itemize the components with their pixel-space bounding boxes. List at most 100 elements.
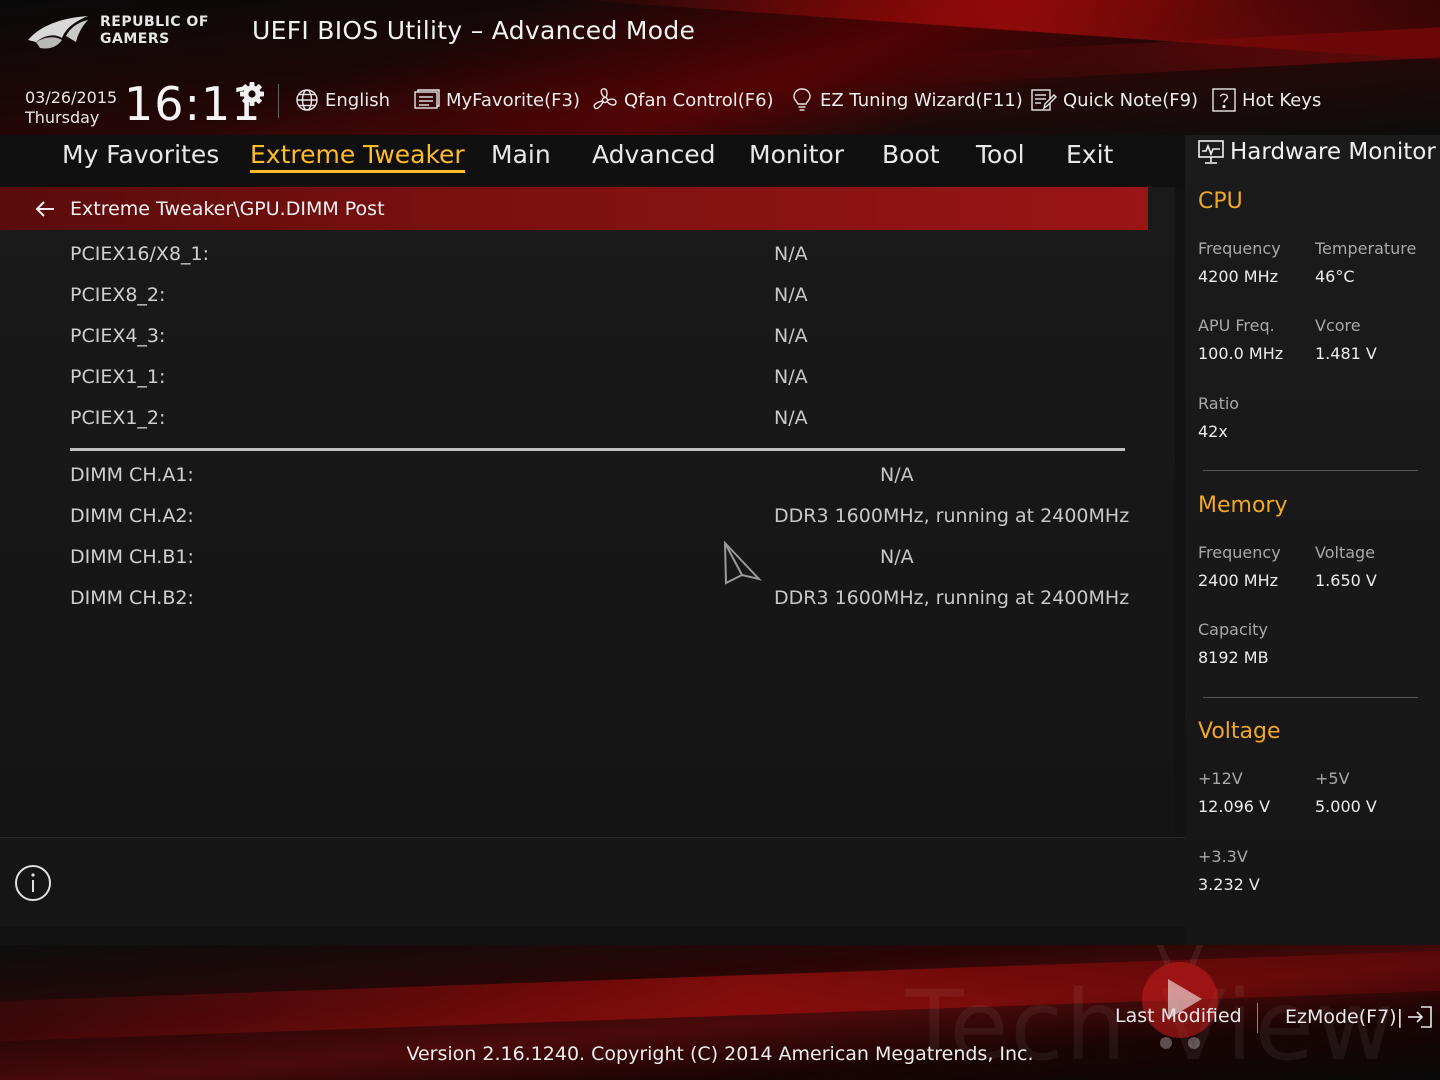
pcie-slot-row[interactable]: PCIEX8_2: N/A bbox=[70, 277, 1130, 313]
v5-value: 5.000 V bbox=[1315, 797, 1377, 816]
memory-voltage-value: 1.650 V bbox=[1315, 571, 1377, 590]
dimm-slot-row[interactable]: DIMM CH.A1: N/A bbox=[70, 457, 1130, 493]
section-divider bbox=[70, 448, 1125, 451]
pcie-slot-value: N/A bbox=[774, 325, 808, 347]
hw-section-divider bbox=[1203, 470, 1418, 471]
myfavorite-label: MyFavorite(F3) bbox=[446, 89, 580, 111]
hw-section-cpu: CPU bbox=[1198, 189, 1243, 214]
quick-note-label: Quick Note(F9) bbox=[1063, 89, 1199, 111]
language-button[interactable]: English bbox=[295, 86, 390, 114]
tab-extreme-tweaker[interactable]: Extreme Tweaker bbox=[250, 140, 465, 173]
dimm-slot-value: DDR3 1600MHz, running at 2400MHz bbox=[774, 587, 1130, 609]
pcie-slot-label: PCIEX4_3: bbox=[70, 325, 166, 347]
gear-icon[interactable] bbox=[238, 80, 266, 108]
help-question-icon bbox=[1212, 88, 1236, 112]
back-arrow-icon[interactable] bbox=[34, 198, 56, 220]
dimm-slot-row[interactable]: DIMM CH.A2: DDR3 1600MHz, running at 240… bbox=[70, 498, 1130, 534]
memory-capacity-value: 8192 MB bbox=[1198, 648, 1269, 667]
tab-my-favorites[interactable]: My Favorites bbox=[62, 140, 219, 169]
apu-frequency-label: APU Freq. bbox=[1198, 316, 1275, 335]
v12-value: 12.096 V bbox=[1198, 797, 1271, 816]
exit-arrow-icon bbox=[1408, 1006, 1432, 1028]
main-panel: Extreme Tweaker\GPU.DIMM Post PCIEX16/X8… bbox=[0, 187, 1175, 837]
pcie-slot-row[interactable]: PCIEX16/X8_1: N/A bbox=[70, 236, 1130, 272]
hw-section-memory: Memory bbox=[1198, 493, 1288, 518]
tab-monitor[interactable]: Monitor bbox=[749, 140, 844, 169]
pcie-slot-value: N/A bbox=[774, 407, 808, 429]
hardware-monitor-panel: Hardware Monitor CPU Frequency Temperatu… bbox=[1185, 135, 1440, 945]
date-display: 03/26/2015 Thursday bbox=[25, 88, 117, 128]
dimm-slot-value: DDR3 1600MHz, running at 2400MHz bbox=[774, 505, 1130, 527]
tab-main[interactable]: Main bbox=[491, 140, 551, 169]
ratio-value: 42x bbox=[1198, 422, 1228, 441]
ez-tuning-wizard-button[interactable]: EZ Tuning Wizard(F11) bbox=[790, 86, 1023, 114]
pcie-slot-value: N/A bbox=[774, 284, 808, 306]
pcie-slot-row[interactable]: PCIEX1_2: N/A bbox=[70, 400, 1130, 436]
v33-value: 3.232 V bbox=[1198, 875, 1260, 894]
vcore-value: 1.481 V bbox=[1315, 344, 1377, 363]
v5-label: +5V bbox=[1315, 769, 1350, 788]
mouse-cursor-icon bbox=[723, 541, 762, 585]
cpu-temperature-label: Temperature bbox=[1315, 239, 1417, 258]
pcie-slot-label: PCIEX1_1: bbox=[70, 366, 166, 388]
pcie-slot-row[interactable]: PCIEX1_1: N/A bbox=[70, 359, 1130, 395]
pcie-slot-label: PCIEX16/X8_1: bbox=[70, 243, 210, 265]
info-icon[interactable] bbox=[14, 864, 52, 902]
myfavorite-button[interactable]: MyFavorite(F3) bbox=[414, 86, 580, 114]
brand-line-2: GAMERS bbox=[100, 31, 170, 47]
ezmode-label: EzMode(F7)| bbox=[1285, 1006, 1403, 1028]
dimm-slot-value: N/A bbox=[880, 546, 914, 568]
pcie-slot-value: N/A bbox=[774, 243, 808, 265]
tab-advanced[interactable]: Advanced bbox=[592, 140, 716, 169]
hw-section-divider bbox=[1203, 697, 1418, 698]
pcie-slot-value: N/A bbox=[774, 366, 808, 388]
v12-label: +12V bbox=[1198, 769, 1243, 788]
language-label: English bbox=[325, 89, 390, 111]
header-separator bbox=[278, 84, 279, 118]
rog-eye-logo-icon bbox=[28, 16, 88, 49]
apu-frequency-value: 100.0 MHz bbox=[1198, 344, 1284, 363]
hot-keys-button[interactable]: Hot Keys bbox=[1212, 86, 1321, 114]
hardware-monitor-title: Hardware Monitor bbox=[1198, 139, 1436, 165]
hot-keys-label: Hot Keys bbox=[1242, 89, 1322, 111]
header: REPUBLIC OF GAMERS UEFI BIOS Utility – A… bbox=[0, 0, 1440, 135]
version-copyright: Version 2.16.1240. Copyright (C) 2014 Am… bbox=[406, 1043, 1034, 1065]
pcie-slot-label: PCIEX8_2: bbox=[70, 284, 166, 306]
last-modified-button[interactable]: Last Modified bbox=[1115, 1005, 1242, 1027]
tab-boot[interactable]: Boot bbox=[882, 140, 940, 169]
dimm-slot-value: N/A bbox=[880, 464, 914, 486]
tab-exit[interactable]: Exit bbox=[1066, 140, 1113, 169]
dimm-slot-label: DIMM CH.B2: bbox=[70, 587, 194, 609]
qfan-label: Qfan Control(F6) bbox=[624, 89, 774, 111]
day-text: Thursday bbox=[25, 108, 100, 127]
pcie-slot-row[interactable]: PCIEX4_3: N/A bbox=[70, 318, 1130, 354]
pcie-slot-label: PCIEX1_2: bbox=[70, 407, 166, 429]
dimm-slot-row[interactable]: DIMM CH.B2: DDR3 1600MHz, running at 240… bbox=[70, 580, 1130, 616]
memory-voltage-label: Voltage bbox=[1315, 543, 1376, 562]
lightbulb-icon bbox=[793, 88, 811, 111]
brand-line-1: REPUBLIC OF bbox=[100, 14, 209, 30]
date-text: 03/26/2015 bbox=[25, 88, 118, 107]
dimm-slot-label: DIMM CH.A2: bbox=[70, 505, 194, 527]
ezmode-button[interactable]: EzMode(F7)| bbox=[1285, 1005, 1433, 1029]
v33-label: +3.3V bbox=[1198, 847, 1248, 866]
cpu-temperature-value: 46°C bbox=[1315, 267, 1355, 286]
monitor-icon bbox=[1198, 140, 1224, 164]
qfan-control-button[interactable]: Qfan Control(F6) bbox=[592, 86, 774, 114]
app-title: UEFI BIOS Utility – Advanced Mode bbox=[252, 16, 696, 45]
quick-note-button[interactable]: Quick Note(F9) bbox=[1031, 86, 1198, 114]
dimm-slot-row[interactable]: DIMM CH.B1: N/A bbox=[70, 539, 1130, 575]
cpu-frequency-value: 4200 MHz bbox=[1198, 267, 1279, 286]
hardware-monitor-label: Hardware Monitor bbox=[1230, 139, 1436, 165]
ez-tuning-label: EZ Tuning Wizard(F11) bbox=[820, 89, 1023, 111]
dimm-slot-label: DIMM CH.B1: bbox=[70, 546, 194, 568]
fan-icon bbox=[593, 88, 617, 110]
dimm-slot-label: DIMM CH.A1: bbox=[70, 464, 194, 486]
main-tab-bar: My Favorites Extreme Tweaker Main Advanc… bbox=[0, 135, 1185, 187]
memory-frequency-value: 2400 MHz bbox=[1198, 571, 1279, 590]
brand-name: REPUBLIC OF GAMERS bbox=[100, 14, 209, 48]
tab-tool[interactable]: Tool bbox=[976, 140, 1025, 169]
help-info-bar bbox=[0, 837, 1185, 927]
breadcrumb[interactable]: Extreme Tweaker\GPU.DIMM Post bbox=[0, 187, 1148, 230]
footer-separator bbox=[1257, 1003, 1258, 1033]
